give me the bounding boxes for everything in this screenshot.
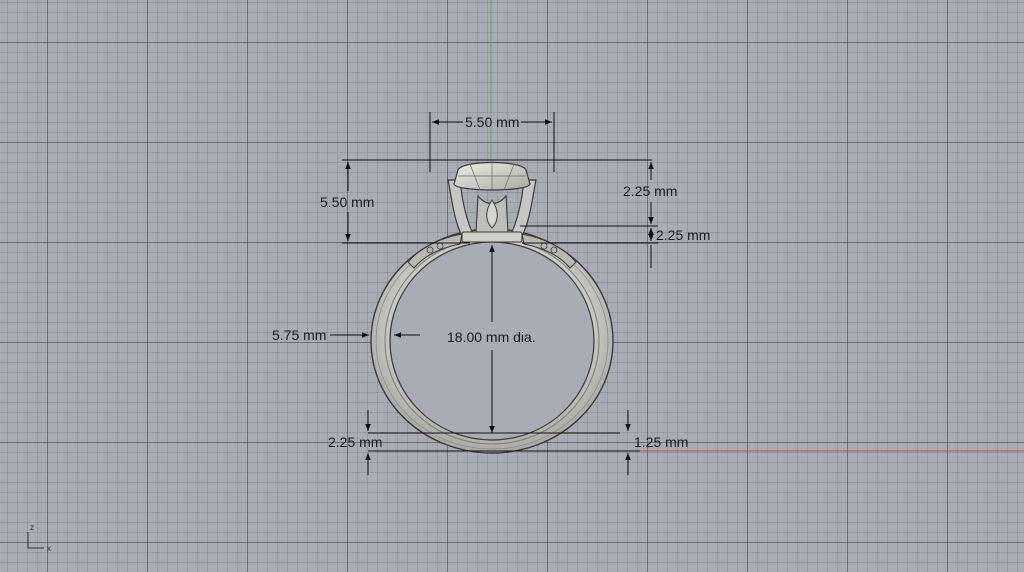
dim-shank-width-label: 5.75 mm [272,327,326,343]
ring-drawing: 5.50 mm 5.50 mm 2.25 mm 2.25 mm 5.75 mm … [27,0,1024,553]
cad-viewport[interactable]: 5.50 mm 5.50 mm 2.25 mm 2.25 mm 5.75 mm … [0,0,1024,572]
dim-head-height-label: 5.50 mm [320,194,374,210]
dim-gallery-height-label: 2.25 mm [656,227,710,243]
head-gallery-bar [461,231,523,243]
dim-bottom-width-label: 1.25 mm [634,434,688,450]
axis-x-label: x [47,544,51,553]
dim-prong-height-label: 2.25 mm [623,183,677,199]
dim-bottom-thickness-label: 2.25 mm [328,434,382,450]
dim-ring-diameter-label: 18.00 mm dia. [447,329,536,345]
axis-z-label: z [30,523,34,532]
axis-indicator: z x [27,523,51,553]
dim-head-width-label: 5.50 mm [465,114,519,130]
